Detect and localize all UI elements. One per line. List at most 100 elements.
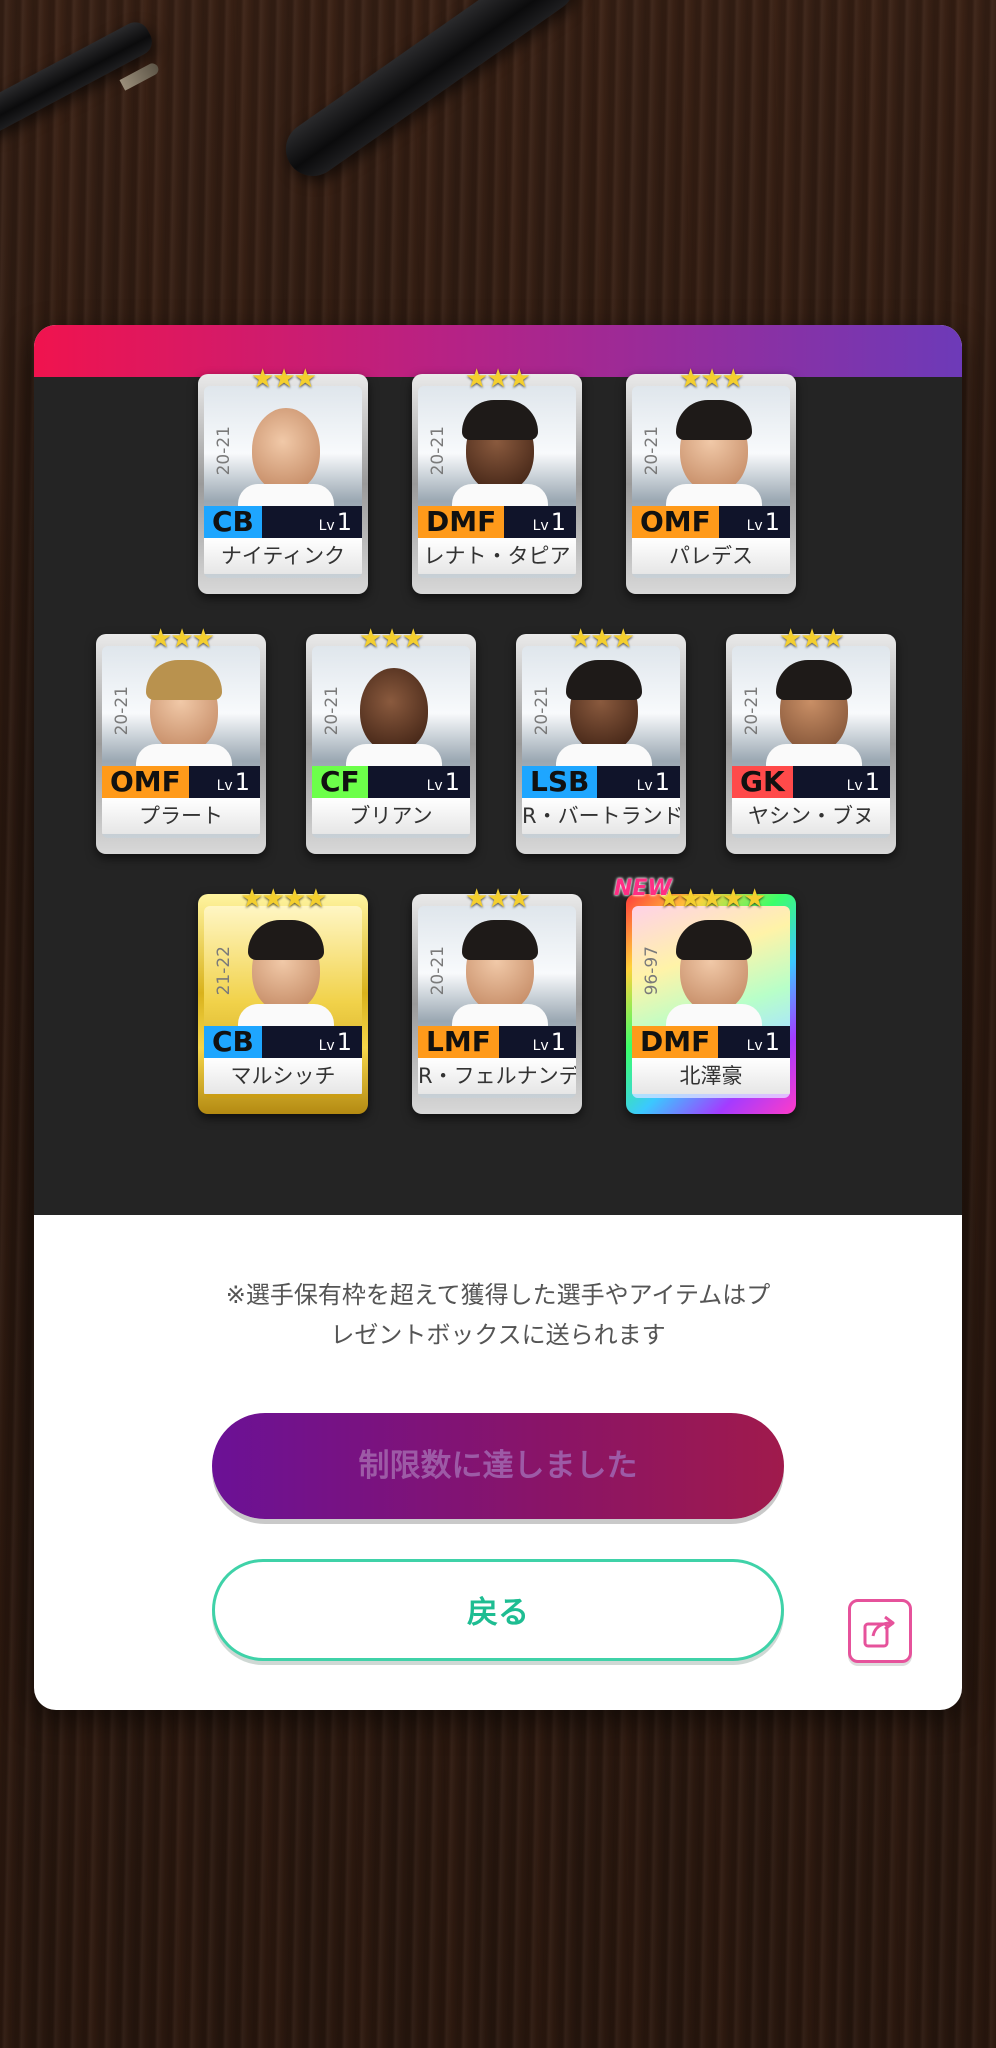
player-card[interactable]: 20-21 OMF Lv1 パレデス ★★★: [626, 366, 796, 594]
player-hair: [566, 660, 642, 700]
pen-nib-decoration: [119, 61, 161, 91]
player-card[interactable]: 20-21 GK Lv1 ヤシン・ブヌ ★★★: [726, 626, 896, 854]
position-bar: GK Lv1: [732, 766, 890, 798]
rarity-stars: ★★★: [359, 624, 425, 654]
level-prefix: Lv: [216, 778, 233, 794]
position-bar: DMF Lv1: [632, 1026, 790, 1058]
player-card[interactable]: 20-21 CB Lv1 ナイティンク ★★★: [198, 366, 368, 594]
player-name: R・フェルナンデ: [418, 1058, 576, 1094]
card-art: 20-21 CB Lv1 ナイティンク: [204, 386, 362, 578]
season-label: 20-21: [428, 946, 448, 996]
new-badge: NEW: [614, 876, 672, 901]
player-cards-area: 20-21 CB Lv1 ナイティンク ★★★ 20-21 DMF Lv1 レナト・タピア ★★★…: [34, 366, 962, 1215]
level-label: Lv1: [319, 506, 352, 542]
position-badge: CB: [204, 506, 262, 538]
position-badge: LMF: [418, 1026, 499, 1058]
level-value: 1: [550, 508, 566, 536]
level-prefix: Lv: [746, 518, 763, 534]
player-name: ブリアン: [312, 798, 470, 834]
card-art: 20-21 CF Lv1 ブリアン: [312, 646, 470, 838]
level-value: 1: [654, 768, 670, 796]
level-prefix: Lv: [846, 778, 863, 794]
level-prefix: Lv: [636, 778, 653, 794]
level-value: 1: [864, 768, 880, 796]
level-prefix: Lv: [532, 518, 549, 534]
position-badge: DMF: [632, 1026, 719, 1058]
card-art: 21-22 CB Lv1 マルシッチ: [204, 906, 362, 1098]
position-bar: OMF Lv1: [102, 766, 260, 798]
position-badge: CB: [204, 1026, 262, 1058]
season-label: 21-22: [214, 946, 234, 996]
player-name: ヤシン・ブヌ: [732, 798, 890, 834]
season-label: 96-97: [642, 946, 662, 996]
player-hair: [776, 660, 852, 700]
level-prefix: Lv: [426, 778, 443, 794]
limit-reached-button[interactable]: 制限数に達しました: [212, 1413, 784, 1519]
player-hair: [676, 400, 752, 440]
rarity-stars: ★★★: [779, 624, 845, 654]
season-label: 20-21: [642, 426, 662, 476]
player-card[interactable]: 96-97 DMF Lv1 北澤豪 ★★★★★ NEW: [614, 876, 796, 1114]
level-value: 1: [336, 508, 352, 536]
level-label: Lv1: [747, 1026, 780, 1062]
position-badge: CF: [312, 766, 368, 798]
card-art: 20-21 LMF Lv1 R・フェルナンデ: [418, 906, 576, 1098]
position-badge: DMF: [418, 506, 505, 538]
level-label: Lv1: [427, 766, 460, 802]
season-label: 20-21: [428, 426, 448, 476]
player-card[interactable]: 20-21 DMF Lv1 レナト・タピア ★★★: [412, 366, 582, 594]
level-value: 1: [764, 1028, 780, 1056]
player-portrait: [360, 668, 428, 752]
player-name: プラート: [102, 798, 260, 834]
rarity-stars: ★★★: [465, 884, 531, 914]
player-name: R・バートランド: [522, 798, 680, 834]
back-button[interactable]: 戻る: [212, 1559, 784, 1661]
level-label: Lv1: [747, 506, 780, 542]
player-card[interactable]: 20-21 OMF Lv1 プラート ★★★: [96, 626, 266, 854]
level-label: Lv1: [217, 766, 250, 802]
level-label: Lv1: [847, 766, 880, 802]
season-label: 20-21: [532, 686, 552, 736]
position-bar: DMF Lv1: [418, 506, 576, 538]
rarity-stars: ★★★: [569, 624, 635, 654]
position-badge: OMF: [632, 506, 719, 538]
card-art: 20-21 OMF Lv1 パレデス: [632, 386, 790, 578]
level-label: Lv1: [533, 506, 566, 542]
card-art: 20-21 GK Lv1 ヤシン・ブヌ: [732, 646, 890, 838]
level-value: 1: [336, 1028, 352, 1056]
level-label: Lv1: [533, 1026, 566, 1062]
player-name: ナイティンク: [204, 538, 362, 574]
card-art: 20-21 DMF Lv1 レナト・タピア: [418, 386, 576, 578]
position-badge: LSB: [522, 766, 598, 798]
level-prefix: Lv: [746, 1038, 763, 1054]
position-bar: CF Lv1: [312, 766, 470, 798]
level-value: 1: [234, 768, 250, 796]
pen-decoration: [275, 0, 585, 187]
player-hair: [462, 920, 538, 960]
level-label: Lv1: [319, 1026, 352, 1062]
position-bar: LSB Lv1: [522, 766, 680, 798]
level-value: 1: [764, 508, 780, 536]
player-card[interactable]: 20-21 LSB Lv1 R・バートランド ★★★: [516, 626, 686, 854]
level-prefix: Lv: [532, 1038, 549, 1054]
card-art: 96-97 DMF Lv1 北澤豪: [632, 906, 790, 1098]
level-label: Lv1: [637, 766, 670, 802]
position-badge: OMF: [102, 766, 189, 798]
player-hair: [462, 400, 538, 440]
gacha-result-dialog: 20-21 CB Lv1 ナイティンク ★★★ 20-21 DMF Lv1 レナト・タピア ★★★…: [34, 325, 962, 1710]
player-portrait: [252, 408, 320, 492]
player-card[interactable]: 20-21 LMF Lv1 R・フェルナンデ ★★★: [412, 886, 582, 1114]
share-button[interactable]: [848, 1599, 912, 1663]
position-bar: LMF Lv1: [418, 1026, 576, 1058]
player-hair: [248, 920, 324, 960]
position-badge: GK: [732, 766, 793, 798]
season-label: 20-21: [322, 686, 342, 736]
player-card[interactable]: 20-21 CF Lv1 ブリアン ★★★: [306, 626, 476, 854]
position-bar: OMF Lv1: [632, 506, 790, 538]
rarity-stars: ★★★: [465, 364, 531, 394]
level-value: 1: [444, 768, 460, 796]
position-bar: CB Lv1: [204, 506, 362, 538]
card-art: 20-21 LSB Lv1 R・バートランド: [522, 646, 680, 838]
share-icon: [863, 1615, 895, 1648]
player-card[interactable]: 21-22 CB Lv1 マルシッチ ★★★★: [198, 886, 368, 1114]
